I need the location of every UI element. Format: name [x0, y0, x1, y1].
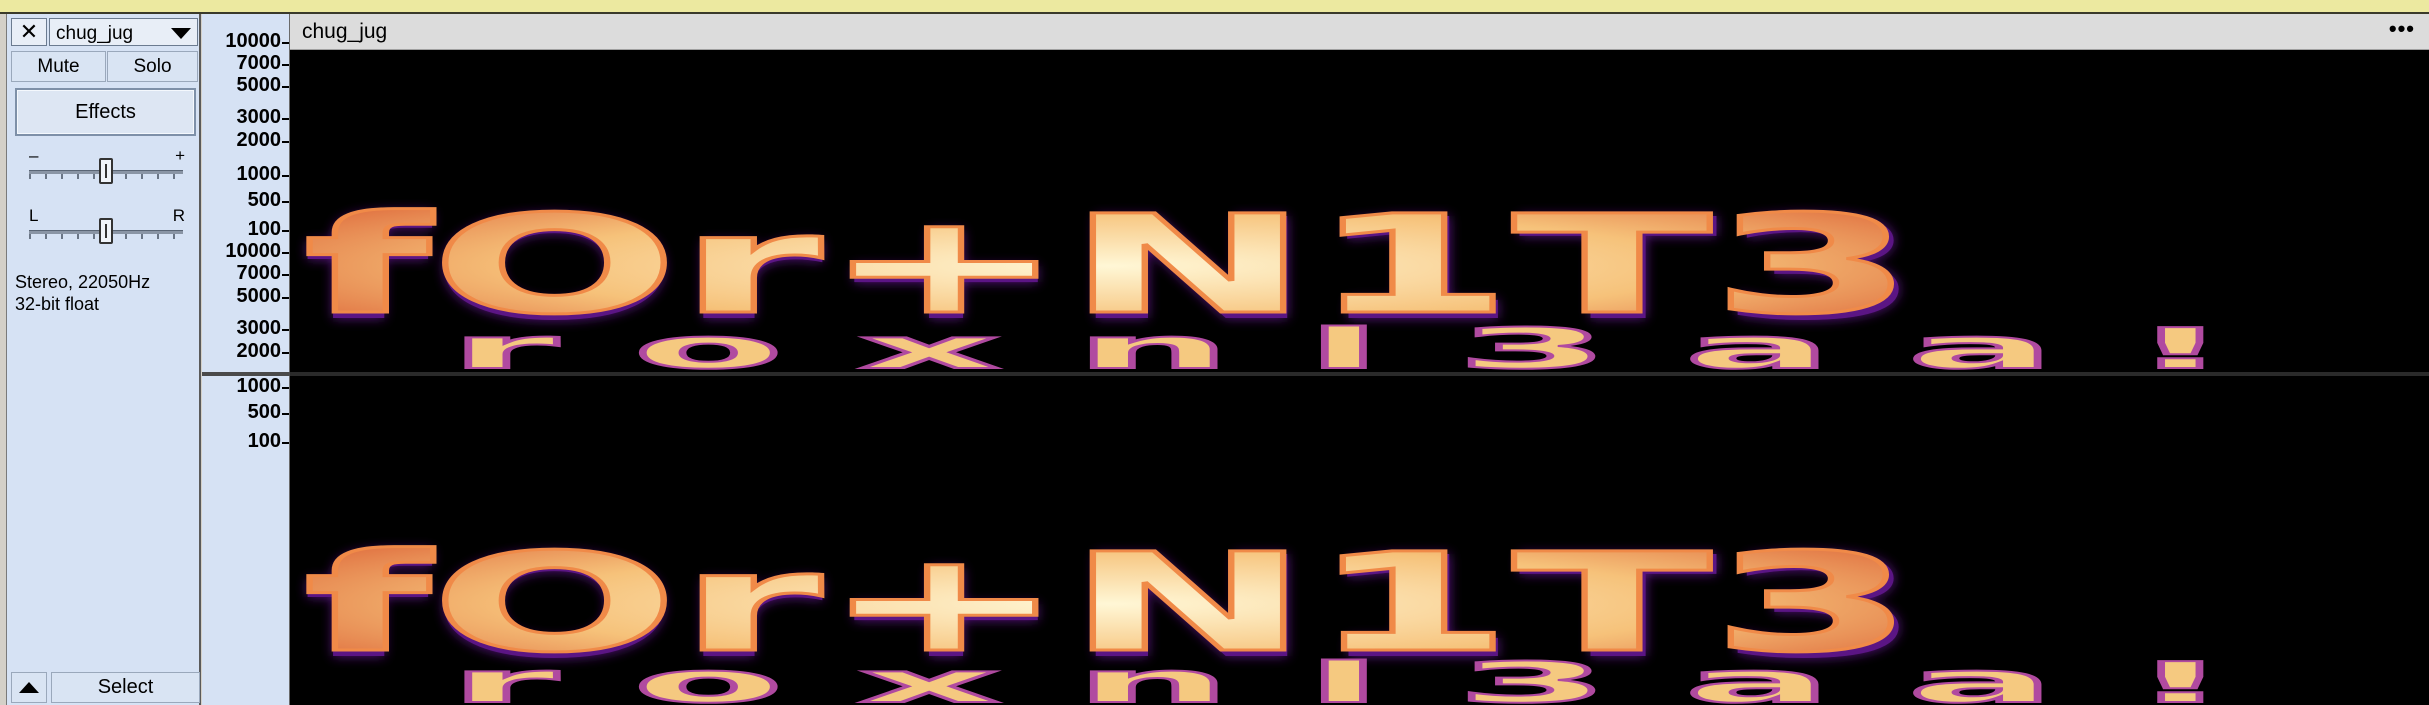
spectrogram-1: fOr+N1T3 fOr+N1T3 r o x n l 3 a a ! — [290, 50, 2429, 372]
spectrogram-text-lower-2: r o x n l 3 a a ! — [450, 651, 2230, 705]
ruler-ch2-tick-label: 5000 — [236, 285, 282, 307]
audacity-window: ✕ chug_jug Mute Solo Effects – + L R Ste… — [0, 0, 2429, 705]
ruler-ch1-tick-label: 7000 — [236, 52, 282, 74]
mute-button[interactable]: Mute — [11, 51, 106, 82]
spectrogram-text-lower: r o x n l 3 a a ! — [450, 317, 2230, 372]
select-track-button[interactable]: Select — [51, 672, 200, 703]
close-icon: ✕ — [19, 19, 39, 44]
spectrogram-channel-2[interactable]: fOr+N1T3 fOr+N1T3 r o x n l 3 a a ! — [290, 376, 2429, 705]
ruler-ch1-tick-label: 3000 — [236, 106, 282, 128]
ruler-ch2-tick-mark — [282, 413, 289, 415]
ruler-ch1-tick-mark — [282, 201, 289, 203]
ruler-ch2-tick-label: 1000 — [236, 375, 282, 397]
selection-bar — [0, 0, 2429, 14]
ruler-ch2-tick-mark — [282, 252, 289, 254]
track-format-line: Stereo, 22050Hz — [15, 272, 151, 292]
ruler-ch2-tick-mark — [282, 387, 289, 389]
pan-left-label: L — [29, 206, 39, 225]
ruler-ch1-tick-label: 5000 — [236, 74, 282, 96]
ruler-ch1-tick-mark — [282, 230, 289, 232]
spectrogram-channel-1[interactable]: fOr+N1T3 fOr+N1T3 r o x n l 3 a a ! — [290, 50, 2429, 372]
ruler-ch1-tick-mark — [282, 141, 289, 143]
pan-slider[interactable]: L R — [25, 206, 187, 246]
ruler-ch2-tick-mark — [282, 442, 289, 444]
track-info: Stereo, 22050Hz 32-bit float — [15, 271, 150, 315]
ruler-ch2-tick-mark — [282, 274, 289, 276]
frequency-ruler[interactable]: 10000 7000 5000 3000 2000 1000 500 100 10000 700… — [202, 14, 290, 705]
ruler-ch1-tick-mark — [282, 86, 289, 88]
track-name-menu-button[interactable]: chug_jug — [49, 18, 198, 46]
ruler-ch2-tick-label: 10000 — [225, 240, 281, 262]
clip-menu-icon[interactable]: ••• — [2389, 16, 2415, 42]
ruler-ch1-tick-label: 500 — [247, 189, 281, 211]
ruler-ch2-tick-label: 100 — [247, 430, 281, 452]
ruler-ch1-tick-mark — [282, 64, 289, 66]
ruler-ch1-tick-label: 10000 — [225, 30, 281, 52]
ruler-ch1-tick-label: 1000 — [236, 163, 282, 185]
chevron-down-icon — [171, 28, 191, 39]
ruler-ch2-tick-label: 7000 — [236, 262, 282, 284]
spectrogram-2: fOr+N1T3 fOr+N1T3 r o x n l 3 a a ! — [290, 376, 2429, 705]
track-footer: Select — [11, 672, 200, 703]
clip-title-bar[interactable]: chug_jug ••• — [290, 14, 2429, 50]
clip-title: chug_jug — [302, 20, 388, 43]
gain-slider-thumb[interactable] — [99, 158, 113, 184]
close-track-button[interactable]: ✕ — [11, 18, 47, 46]
pan-right-label: R — [172, 206, 185, 225]
ruler-ch1-tick-label: 2000 — [236, 129, 282, 151]
gain-slider[interactable]: – + — [25, 146, 187, 186]
track-name-label: chug_jug — [56, 23, 134, 44]
ruler-ch1-tick-mark — [282, 42, 289, 44]
track-control-panel: ✕ chug_jug Mute Solo Effects – + L R Ste… — [6, 14, 201, 705]
track-header: ✕ chug_jug — [7, 16, 200, 46]
ruler-ch1-tick-mark — [282, 175, 289, 177]
solo-button[interactable]: Solo — [107, 51, 198, 82]
ruler-ch2-tick-mark — [282, 329, 289, 331]
effects-button[interactable]: Effects — [15, 88, 196, 136]
ruler-ch2-tick-label: 3000 — [236, 317, 282, 339]
collapse-up-icon — [19, 682, 39, 693]
gain-min-label: – — [29, 146, 39, 165]
ruler-ch2-tick-label: 2000 — [236, 340, 282, 362]
gain-max-label: + — [175, 146, 185, 165]
ruler-ch2-tick-mark — [282, 352, 289, 354]
ruler-ch1-tick-label: 100 — [247, 218, 281, 240]
ruler-ch1-tick-mark — [282, 118, 289, 120]
track-sample-format-line: 32-bit float — [15, 294, 100, 314]
audio-clip[interactable]: chug_jug ••• fOr+N1T3 fOr+N1T3 r o x n l… — [290, 14, 2429, 705]
collapse-track-button[interactable] — [11, 672, 47, 703]
pan-slider-thumb[interactable] — [99, 218, 113, 244]
ruler-ch2-tick-label: 500 — [247, 401, 281, 423]
ruler-ch2-tick-mark — [282, 297, 289, 299]
